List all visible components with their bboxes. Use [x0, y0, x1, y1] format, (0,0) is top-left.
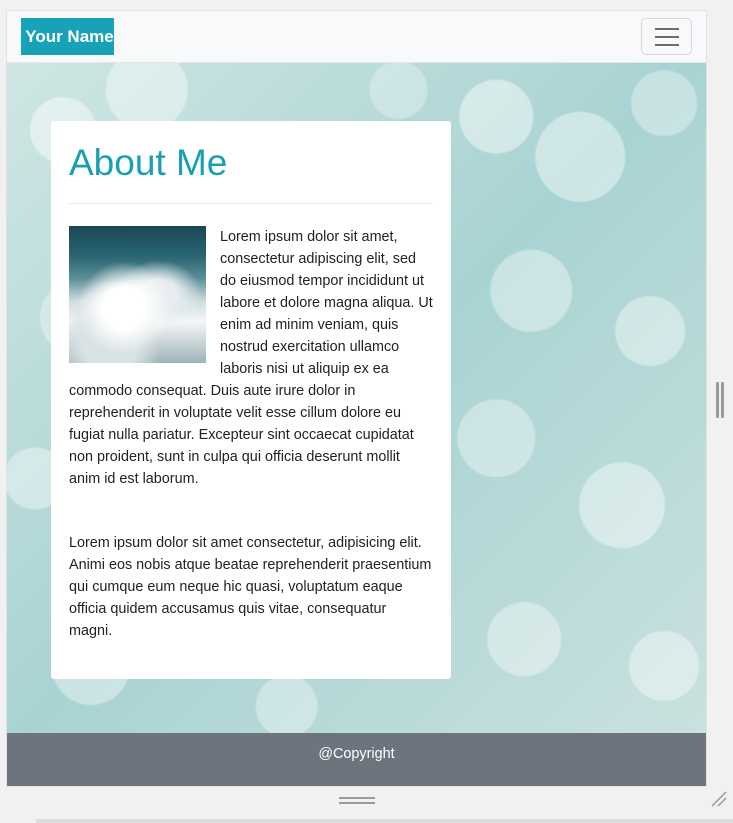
copyright-text: @Copyright [318, 746, 395, 762]
footer: @Copyright [7, 733, 706, 786]
about-body: Lorem ipsum dolor sit amet, consectetur … [69, 226, 433, 642]
about-card: About Me Lorem ipsum dolor sit amet, con… [51, 121, 451, 679]
horizontal-scrollbar[interactable] [36, 819, 733, 823]
menu-icon-line [654, 43, 679, 46]
about-paragraph-2: Lorem ipsum dolor sit amet consectetur, … [69, 535, 432, 639]
navbar: Your Name [7, 11, 706, 63]
page-frame: Your Name About Me Lorem ipsum dolor sit… [6, 10, 707, 787]
page-title: About Me [69, 142, 228, 183]
vertical-resize-handle[interactable] [716, 382, 726, 418]
divider [69, 203, 433, 204]
resize-grip-icon[interactable] [710, 790, 728, 808]
hero-section: About Me Lorem ipsum dolor sit amet, con… [7, 63, 706, 733]
brand-link[interactable]: Your Name [21, 18, 114, 55]
menu-icon-line [654, 35, 679, 38]
menu-icon [654, 27, 679, 30]
horizontal-resize-handle[interactable] [339, 797, 375, 807]
ocean-waves-photo [69, 226, 206, 363]
navbar-toggle-button[interactable] [641, 18, 692, 55]
